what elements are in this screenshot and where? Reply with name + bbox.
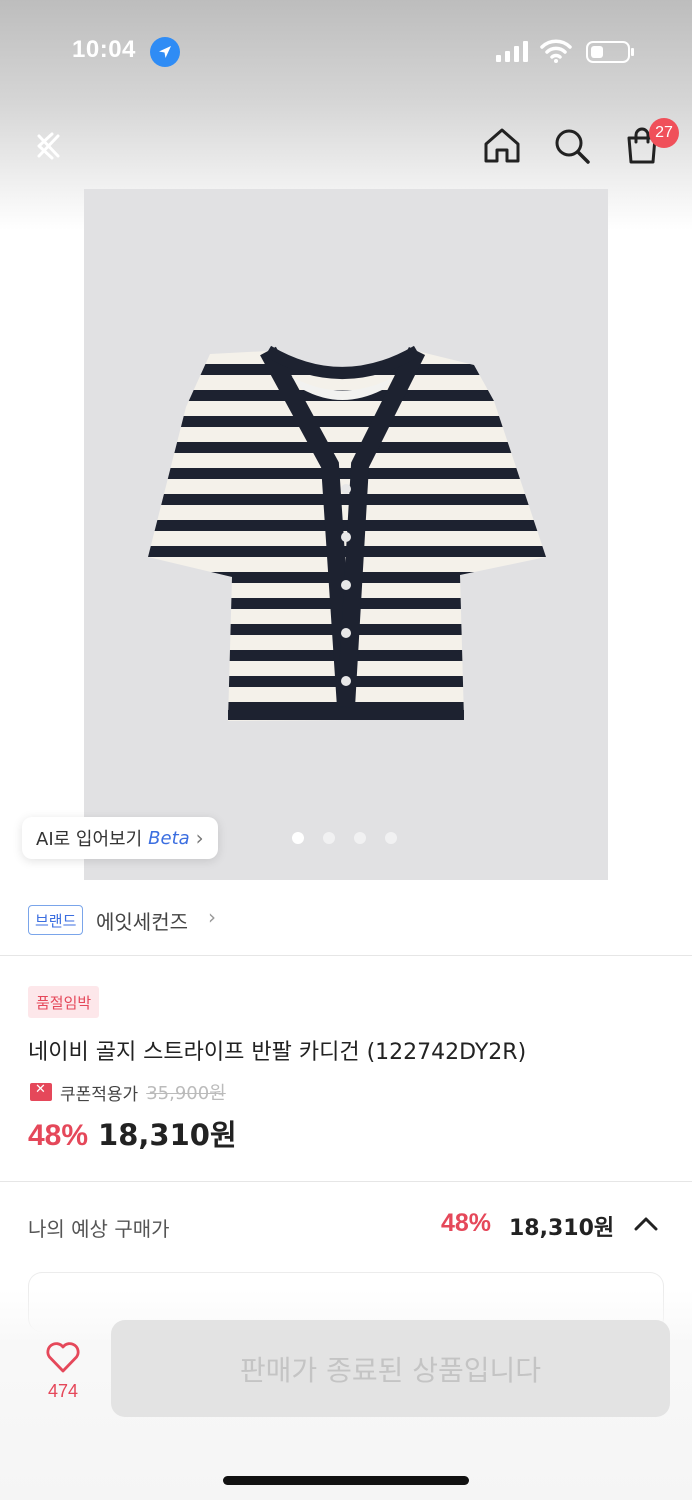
brand-name-link[interactable]: 에잇세컨즈 — [96, 906, 188, 935]
back-icon[interactable] — [24, 122, 72, 170]
battery-icon — [586, 41, 634, 63]
estimate-price: 18,310원 — [509, 1216, 615, 1241]
sold-out-button[interactable]: 판매가 종료된 상품입니다 — [111, 1320, 670, 1417]
search-icon[interactable] — [548, 122, 596, 170]
cardigan-button — [341, 580, 351, 590]
chevron-right-icon: › — [195, 826, 204, 850]
cellular-signal-icon — [496, 40, 528, 62]
cardigan-button — [341, 676, 351, 686]
home-indicator — [223, 1476, 469, 1485]
like-count: 474 — [47, 1381, 79, 1401]
cardigan-illustration — [148, 345, 546, 721]
divider — [0, 1181, 692, 1182]
carousel-dot[interactable] — [354, 832, 366, 844]
status-badge: 품절임박 — [28, 986, 100, 1018]
stripe — [148, 442, 546, 453]
cardigan-button — [341, 628, 351, 638]
coupon-row: 쿠폰적용가 35,900원 — [30, 1079, 226, 1105]
cardigan-button — [341, 484, 351, 494]
beta-label: Beta — [148, 827, 190, 849]
divider — [0, 955, 692, 956]
carousel-dot[interactable] — [385, 832, 397, 844]
estimate-discount: 48% — [441, 1209, 492, 1237]
status-time: 10:04 — [72, 36, 136, 63]
brand-tag: 브랜드 — [28, 905, 84, 935]
discount-rate: 48% — [28, 1119, 89, 1152]
product-title: 네이비 골지 스트라이프 반팔 카디건 (122742DY2R) — [28, 1040, 527, 1065]
price-row: 48% 18,310원 — [28, 1112, 237, 1154]
cart-count-badge: 27 — [649, 118, 679, 148]
stripe — [148, 416, 546, 427]
estimate-label: 나의 예상 구매가 — [28, 1217, 170, 1241]
carousel-dot[interactable] — [292, 832, 304, 844]
heart-icon[interactable] — [45, 1340, 81, 1378]
cardigan-button — [341, 532, 351, 542]
wifi-icon — [540, 38, 572, 68]
carousel-dots[interactable] — [292, 832, 397, 844]
sale-price: 18,310원 — [98, 1118, 237, 1152]
chevron-right-icon[interactable]: › — [208, 905, 216, 929]
chevron-up-icon[interactable] — [632, 1213, 660, 1239]
home-icon[interactable] — [478, 122, 526, 170]
product-image[interactable] — [84, 189, 608, 880]
original-price: 35,900원 — [146, 1083, 226, 1104]
coupon-label: 쿠폰적용가 — [60, 1084, 139, 1105]
coupon-icon — [30, 1082, 52, 1101]
stripe — [148, 468, 546, 479]
ai-tryon-label: AI로 입어보기 — [36, 829, 143, 850]
location-arrow-icon — [150, 37, 180, 67]
carousel-dot[interactable] — [323, 832, 335, 844]
ai-tryon-button[interactable]: AI로 입어보기 Beta › — [22, 817, 218, 859]
